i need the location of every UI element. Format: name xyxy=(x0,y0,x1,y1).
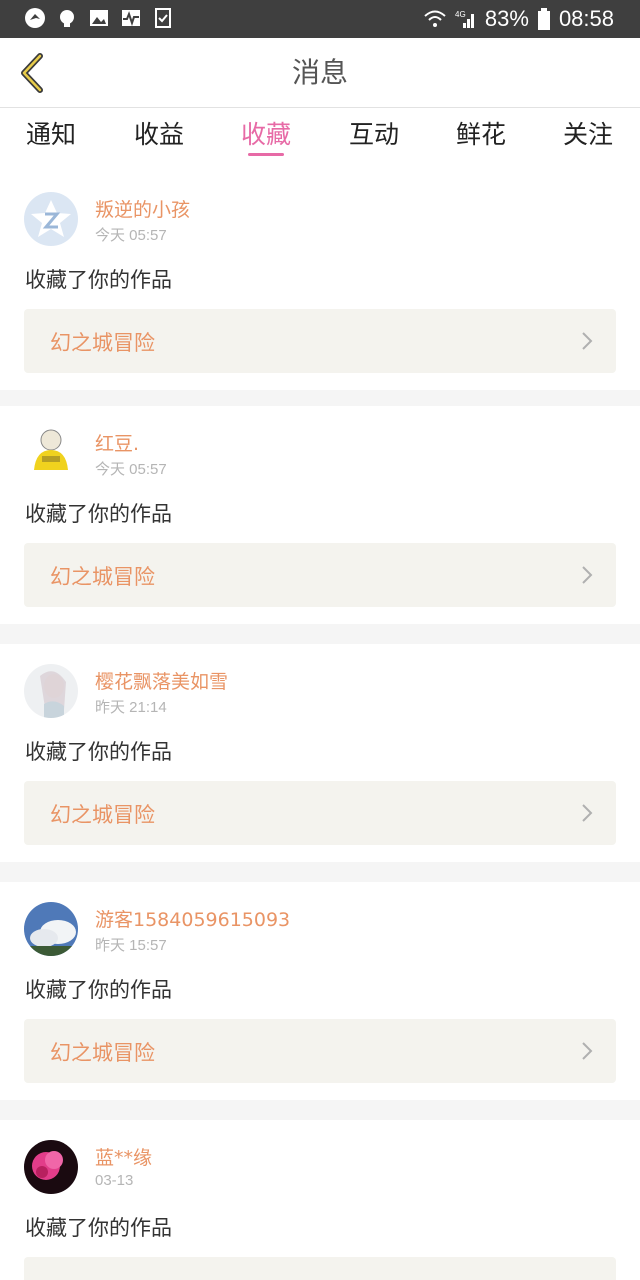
work-link[interactable]: 幻之城冒险 xyxy=(24,309,616,373)
list-item: 红豆. 今天 05:57 收藏了你的作品 幻之城冒险 xyxy=(0,406,640,624)
active-tab-indicator xyxy=(248,153,284,156)
avatar[interactable] xyxy=(24,902,78,956)
avatar[interactable] xyxy=(24,426,78,480)
image-icon xyxy=(90,10,108,26)
message-text: 收藏了你的作品 xyxy=(25,268,172,292)
clipboard-check-icon xyxy=(155,8,171,28)
battery-icon xyxy=(537,8,550,30)
message-text: 收藏了你的作品 xyxy=(25,1216,172,1240)
work-title: 幻之城冒险 xyxy=(50,331,155,355)
app-header: 消息 xyxy=(0,38,640,108)
timestamp: 今天 05:57 xyxy=(95,227,167,244)
signal-label: 4G xyxy=(455,10,466,19)
list-item: 蓝**缘 03-13 收藏了你的作品 xyxy=(0,1120,640,1280)
lightbulb-icon xyxy=(60,10,74,27)
tab-label: 鲜花 xyxy=(455,120,506,149)
tab-label: 关注 xyxy=(562,120,613,149)
tab-label: 通知 xyxy=(25,120,76,149)
tab-flowers[interactable]: 鲜花 xyxy=(431,118,531,168)
status-bar: 4G 83% 08:58 xyxy=(0,0,640,38)
tab-favorites[interactable]: 收藏 xyxy=(216,118,316,168)
tab-bar: 通知 收益 收藏 互动 鲜花 关注 xyxy=(0,108,640,172)
tab-follow[interactable]: 关注 xyxy=(538,118,638,168)
work-link[interactable]: 幻之城冒险 xyxy=(24,1019,616,1083)
cell-signal-icon: 4G xyxy=(455,10,474,28)
bird-icon xyxy=(25,8,45,28)
work-link[interactable]: 幻之城冒险 xyxy=(24,781,616,845)
user-name[interactable]: 樱花飘落美如雪 xyxy=(95,667,228,694)
chevron-right-icon xyxy=(582,804,593,822)
list-item: 游客1584059615093 昨天 15:57 收藏了你的作品 幻之城冒险 xyxy=(0,882,640,1100)
page-title: 消息 xyxy=(291,56,348,89)
timestamp: 昨天 21:14 xyxy=(95,699,167,716)
user-name[interactable]: 叛逆的小孩 xyxy=(95,195,190,222)
tab-label: 收藏 xyxy=(240,120,291,149)
tab-label: 收益 xyxy=(133,120,184,149)
user-name[interactable]: 游客1584059615093 xyxy=(95,905,290,932)
user-name[interactable]: 红豆. xyxy=(95,429,139,456)
work-link[interactable]: 幻之城冒险 xyxy=(24,543,616,607)
status-right: 4G 83% 08:58 xyxy=(423,6,614,32)
tab-earnings[interactable]: 收益 xyxy=(109,118,209,168)
clock: 08:58 xyxy=(558,6,614,31)
list-item: 叛逆的小孩 今天 05:57 收藏了你的作品 幻之城冒险 xyxy=(0,172,640,390)
message-text: 收藏了你的作品 xyxy=(25,978,172,1002)
chevron-right-icon xyxy=(582,1042,593,1060)
timestamp: 今天 05:57 xyxy=(95,461,167,478)
message-text: 收藏了你的作品 xyxy=(25,740,172,764)
tab-label: 互动 xyxy=(348,120,399,149)
message-text: 收藏了你的作品 xyxy=(25,502,172,526)
pulse-icon xyxy=(122,10,140,27)
chevron-right-icon xyxy=(582,566,593,584)
avatar[interactable] xyxy=(24,192,78,246)
timestamp: 昨天 15:57 xyxy=(95,937,167,954)
tab-notice[interactable]: 通知 xyxy=(1,118,101,168)
work-link[interactable] xyxy=(24,1257,616,1280)
user-name[interactable]: 蓝**缘 xyxy=(95,1143,152,1170)
tab-interact[interactable]: 互动 xyxy=(324,118,424,168)
work-title: 幻之城冒险 xyxy=(50,1041,155,1065)
avatar[interactable] xyxy=(24,1140,78,1194)
wifi-icon xyxy=(424,10,446,27)
avatar[interactable] xyxy=(24,664,78,718)
status-left-icons xyxy=(24,7,174,29)
battery-percent: 83% xyxy=(484,6,529,31)
work-title: 幻之城冒险 xyxy=(50,565,155,589)
chevron-right-icon xyxy=(582,332,593,350)
timestamp: 03-13 xyxy=(95,1172,134,1189)
list-item: 樱花飘落美如雪 昨天 21:14 收藏了你的作品 幻之城冒险 xyxy=(0,644,640,862)
work-title: 幻之城冒险 xyxy=(50,803,155,827)
